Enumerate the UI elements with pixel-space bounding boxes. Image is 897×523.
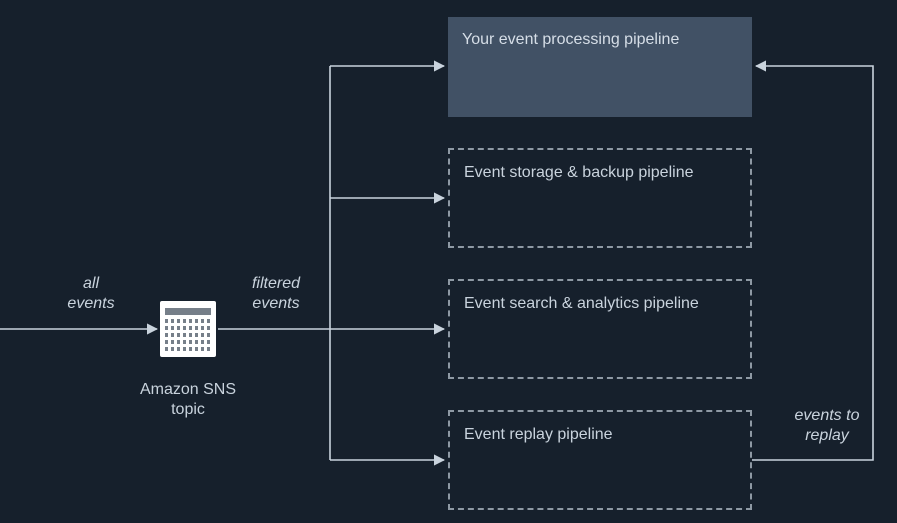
box-analytics-pipeline: Event search & analytics pipeline	[448, 279, 752, 379]
sns-topic-icon	[160, 301, 216, 357]
sns-topic-caption: Amazon SNS topic	[118, 380, 258, 420]
arrow-events-to-replay	[752, 66, 873, 460]
label-filtered-events: filtered events	[241, 274, 311, 314]
box-storage-pipeline: Event storage & backup pipeline	[448, 148, 752, 248]
label-events-to-replay: events to replay	[782, 406, 872, 446]
box-processing-pipeline-label: Your event processing pipeline	[462, 31, 679, 48]
box-storage-pipeline-label: Event storage & backup pipeline	[464, 164, 693, 181]
box-replay-pipeline-label: Event replay pipeline	[464, 426, 613, 443]
box-analytics-pipeline-label: Event search & analytics pipeline	[464, 295, 699, 312]
label-all-events: all events	[56, 274, 126, 314]
diagram-stage: all events filtered events events to rep…	[0, 0, 897, 523]
box-replay-pipeline: Event replay pipeline	[448, 410, 752, 510]
box-processing-pipeline: Your event processing pipeline	[448, 17, 752, 117]
